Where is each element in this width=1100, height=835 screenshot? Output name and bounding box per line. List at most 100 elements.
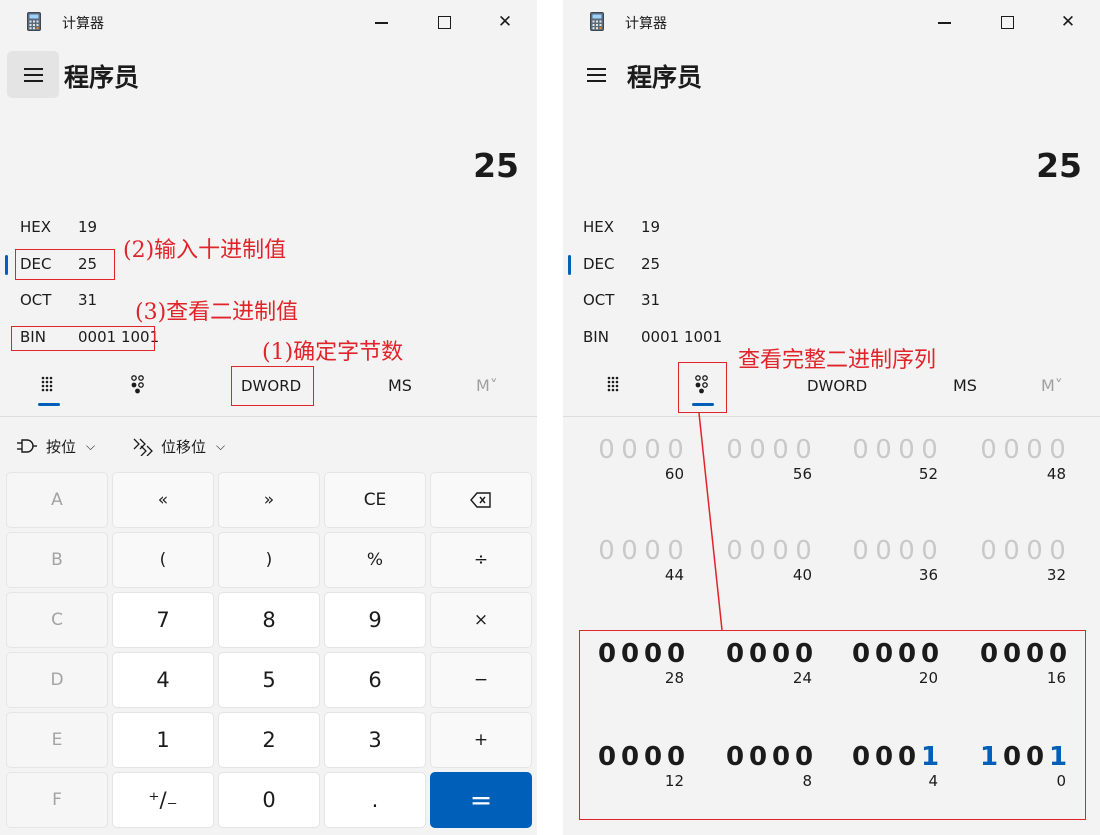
- hamburger-menu-icon[interactable]: [570, 51, 622, 98]
- memory-store-button[interactable]: MS: [953, 376, 977, 395]
- maximize-icon[interactable]: [431, 9, 457, 35]
- full-keypad-tab[interactable]: [29, 370, 69, 410]
- bit-toggle[interactable]: 0: [598, 435, 615, 465]
- bit-toggle[interactable]: 0: [726, 435, 743, 465]
- display-value: 25: [473, 146, 519, 185]
- annotation-box-bits: [579, 630, 1086, 820]
- bitshift-dropdown[interactable]: 位移位 ⌵: [131, 433, 225, 459]
- bit-toggle[interactable]: 0: [795, 435, 812, 465]
- bitwise-label: 按位: [46, 437, 77, 456]
- bit-toggle[interactable]: 0: [1003, 536, 1020, 566]
- full-keypad-tab[interactable]: [595, 370, 635, 410]
- tab-underline: [38, 403, 60, 406]
- bit-toggle[interactable]: 0: [980, 536, 997, 566]
- hamburger-menu-icon[interactable]: [7, 51, 59, 98]
- key-1-4[interactable]: ÷: [430, 532, 532, 588]
- bit-toggle[interactable]: 0: [1026, 536, 1043, 566]
- bit-toggle[interactable]: 0: [898, 435, 915, 465]
- key-4-2[interactable]: 2: [218, 712, 320, 768]
- bit-toggle[interactable]: 0: [921, 435, 938, 465]
- bit-toggle[interactable]: 0: [726, 536, 743, 566]
- bit-toggle[interactable]: 0: [1049, 435, 1066, 465]
- bit-toggle[interactable]: 0: [1049, 536, 1066, 566]
- key-label: ×: [473, 610, 489, 630]
- key-2-4[interactable]: ×: [430, 592, 532, 648]
- key-4-1[interactable]: 1: [112, 712, 214, 768]
- key-2-0[interactable]: C: [6, 592, 108, 648]
- bit-toggle[interactable]: 0: [921, 536, 938, 566]
- bit-toggle[interactable]: 0: [898, 536, 915, 566]
- bit-toggle[interactable]: 0: [749, 536, 766, 566]
- key-1-1[interactable]: (: [112, 532, 214, 588]
- word-size-button[interactable]: DWORD: [807, 377, 867, 395]
- bit-group: 0000000048: [980, 435, 1076, 495]
- bit-toggle[interactable]: 0: [598, 536, 615, 566]
- key-3-0[interactable]: D: [6, 652, 108, 708]
- key-label: 1: [156, 728, 170, 752]
- bitwise-dropdown[interactable]: 按位 ⌵: [16, 433, 95, 459]
- key-2-3[interactable]: 9: [324, 592, 426, 648]
- full-keypad-icon: [41, 376, 53, 392]
- key-3-1[interactable]: 4: [112, 652, 214, 708]
- key-5-4[interactable]: =: [430, 772, 532, 828]
- key-2-2[interactable]: 8: [218, 592, 320, 648]
- key-3-2[interactable]: 5: [218, 652, 320, 708]
- bit-toggle[interactable]: 0: [644, 435, 661, 465]
- mode-title: 程序员: [627, 63, 703, 92]
- bit-digits: 0000: [980, 435, 1066, 465]
- key-1-3[interactable]: %: [324, 532, 426, 588]
- key-4-4[interactable]: +: [430, 712, 532, 768]
- title-bar: 计算器 ✕: [563, 0, 1100, 42]
- memory-recall-button[interactable]: M˅: [476, 376, 498, 395]
- minimize-icon[interactable]: [368, 9, 394, 35]
- bit-toggle[interactable]: 0: [772, 536, 789, 566]
- key-3-4[interactable]: −: [430, 652, 532, 708]
- key-5-3[interactable]: .: [324, 772, 426, 828]
- bit-toggle-keypad-tab[interactable]: [119, 370, 159, 410]
- memory-store-button[interactable]: MS: [388, 376, 412, 395]
- key-1-0[interactable]: B: [6, 532, 108, 588]
- key-label: 2: [262, 728, 276, 752]
- maximize-icon[interactable]: [994, 9, 1020, 35]
- key-2-1[interactable]: 7: [112, 592, 214, 648]
- minimize-icon[interactable]: [931, 9, 957, 35]
- bit-toggle[interactable]: 0: [644, 536, 661, 566]
- key-3-3[interactable]: 6: [324, 652, 426, 708]
- close-icon[interactable]: ✕: [1055, 9, 1081, 35]
- bit-toggle[interactable]: 0: [772, 435, 789, 465]
- key-4-0[interactable]: E: [6, 712, 108, 768]
- chevron-down-icon: ⌵: [86, 438, 96, 453]
- chevron-down-icon: ⌵: [216, 438, 226, 453]
- key-label: »: [263, 490, 275, 510]
- bit-shift-icon: [133, 438, 153, 456]
- key-5-0[interactable]: F: [6, 772, 108, 828]
- key-5-1[interactable]: ⁺/₋: [112, 772, 214, 828]
- bit-toggle[interactable]: 0: [667, 435, 684, 465]
- key-1-2[interactable]: ): [218, 532, 320, 588]
- bit-toggle[interactable]: 0: [875, 435, 892, 465]
- key-4-3[interactable]: 3: [324, 712, 426, 768]
- bit-toggle[interactable]: 0: [749, 435, 766, 465]
- bit-toggle[interactable]: 0: [980, 435, 997, 465]
- bit-toggle[interactable]: 0: [852, 435, 869, 465]
- bit-toggle[interactable]: 0: [1003, 435, 1020, 465]
- bit-toggle[interactable]: 0: [1026, 435, 1043, 465]
- backspace-button[interactable]: [430, 472, 532, 528]
- bit-toggle[interactable]: 0: [621, 536, 638, 566]
- bit-toggle[interactable]: 0: [621, 435, 638, 465]
- annotation-step3: (3)查看二进制值: [135, 300, 299, 325]
- mode-title: 程序员: [64, 63, 140, 92]
- key-0-2[interactable]: »: [218, 472, 320, 528]
- bit-toggle[interactable]: 0: [667, 536, 684, 566]
- key-5-2[interactable]: 0: [218, 772, 320, 828]
- bit-toggle[interactable]: 0: [795, 536, 812, 566]
- memory-recall-button[interactable]: M˅: [1041, 376, 1063, 395]
- key-label: ⁺/₋: [148, 788, 178, 812]
- key-0-1[interactable]: «: [112, 472, 214, 528]
- key-0-0[interactable]: A: [6, 472, 108, 528]
- close-icon[interactable]: ✕: [492, 9, 518, 35]
- bit-toggle[interactable]: 0: [875, 536, 892, 566]
- radix-label: HEX: [583, 218, 615, 236]
- key-0-3[interactable]: CE: [324, 472, 426, 528]
- bit-toggle[interactable]: 0: [852, 536, 869, 566]
